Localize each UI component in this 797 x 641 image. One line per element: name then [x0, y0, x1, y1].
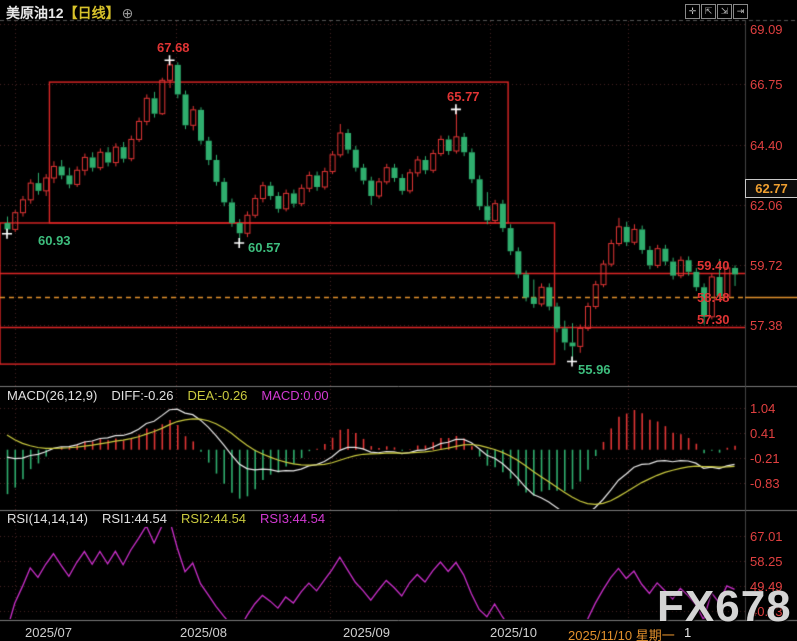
x-axis-label: 2025/08 — [180, 625, 227, 640]
rsi-header: RSI(14,14,14) RSI1:44.54 RSI2:44.54 RSI3… — [7, 511, 325, 526]
y-axis-label: 69.09 — [750, 22, 783, 37]
swing-high-label: 67.68 — [157, 40, 190, 55]
macd-dea-value: DEA:-0.26 — [187, 388, 247, 403]
macd-axis-label: -0.83 — [750, 476, 780, 491]
y-axis-label: 64.40 — [750, 138, 783, 153]
x-axis-label: 2025/09 — [343, 625, 390, 640]
hline-label[interactable]: 59.40 — [697, 258, 730, 273]
macd-params: MACD(26,12,9) — [7, 388, 97, 403]
instrument-title: 美原油12 — [6, 5, 64, 21]
rsi2-value: RSI2:44.54 — [181, 511, 246, 526]
swing-high-label: 65.77 — [447, 89, 480, 104]
rsi1-value: RSI1:44.54 — [102, 511, 167, 526]
axis-scale-left-icon[interactable]: ⇱ — [701, 4, 716, 19]
axis-scale-right-icon[interactable]: ⇲ — [717, 4, 732, 19]
rsi3-value: RSI3:44.54 — [260, 511, 325, 526]
swing-low-label: 60.57 — [248, 240, 281, 255]
crosshair-price-tag: 62.77 — [745, 179, 797, 198]
macd-header: MACD(26,12,9) DIFF:-0.26 DEA:-0.26 MACD:… — [7, 388, 329, 403]
fx678-watermark: FX678 — [657, 582, 792, 632]
y-axis-label: 59.72 — [750, 258, 783, 273]
y-axis-label: 66.75 — [750, 77, 783, 92]
hline-label[interactable]: 57.30 — [697, 312, 730, 327]
macd-diff-value: DIFF:-0.26 — [111, 388, 173, 403]
x-axis-label: 2025/10 — [490, 625, 537, 640]
rsi-axis-label: 67.01 — [750, 529, 783, 544]
title-bar: 美原油12【日线】⊕ — [6, 3, 133, 23]
macd-macd-value: MACD:0.00 — [261, 388, 328, 403]
move-icon[interactable]: ✛ — [685, 4, 700, 19]
hline-label[interactable]: 58.48 — [697, 290, 730, 305]
y-axis-label: 57.38 — [750, 318, 783, 333]
y-axis-label: 62.06 — [750, 198, 783, 213]
x-axis-label: 2025/07 — [25, 625, 72, 640]
exit-panel-icon[interactable]: ⇥ — [733, 4, 748, 19]
swing-low-label: 55.96 — [578, 362, 611, 377]
collapse-icon[interactable]: ⊕ — [122, 5, 134, 21]
period-label: 【日线】 — [64, 5, 120, 21]
price-chart-canvas[interactable] — [0, 0, 797, 641]
swing-low-label: 60.93 — [38, 233, 71, 248]
chart-app: 美原油12【日线】⊕ ✛ ⇱ ⇲ ⇥ 69.09 66.75 64.40 62.… — [0, 0, 797, 641]
rsi-axis-label: 58.25 — [750, 554, 783, 569]
rsi-params: RSI(14,14,14) — [7, 511, 88, 526]
macd-axis-label: 0.41 — [750, 426, 775, 441]
macd-axis-label: -0.21 — [750, 451, 780, 466]
macd-axis-label: 1.04 — [750, 401, 775, 416]
